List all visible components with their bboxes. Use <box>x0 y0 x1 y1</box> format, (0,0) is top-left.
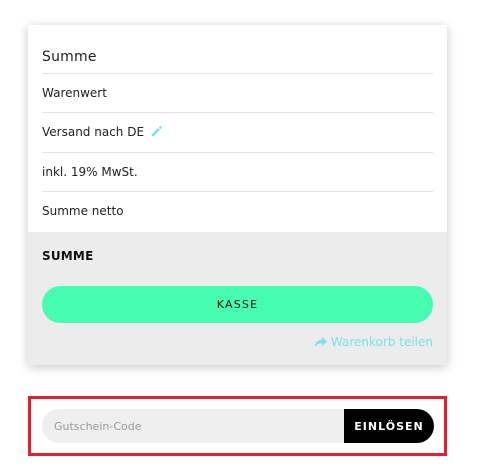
share-arrow-icon <box>314 336 327 348</box>
total-section: SUMME KASSE Warenkorb teilen <box>28 232 447 365</box>
cart-summary-card: Summe Warenwert Versand nach DE inkl. 19… <box>28 25 447 365</box>
coupon-code-input[interactable] <box>42 409 352 443</box>
summary-row-goods-value: Warenwert <box>42 73 433 112</box>
share-cart-label: Warenkorb teilen <box>330 335 433 349</box>
coupon-highlight-frame: EINLÖSEN <box>28 396 447 456</box>
summary-row-label: inkl. 19% MwSt. <box>42 165 138 179</box>
checkout-button[interactable]: KASSE <box>42 286 433 323</box>
total-label: SUMME <box>42 249 94 263</box>
summary-row-net-total: Summe netto <box>42 191 433 230</box>
share-cart-link[interactable]: Warenkorb teilen <box>314 335 433 349</box>
summary-row-label: Summe netto <box>42 204 124 218</box>
summary-row-vat: inkl. 19% MwSt. <box>42 152 433 191</box>
redeem-button[interactable]: EINLÖSEN <box>344 409 434 443</box>
summary-heading: Summe <box>42 49 97 65</box>
summary-row-label: Warenwert <box>42 86 107 100</box>
summary-row-shipping: Versand nach DE <box>42 112 433 151</box>
summary-row-label: Versand nach DE <box>42 125 145 139</box>
pencil-icon[interactable] <box>151 125 163 137</box>
